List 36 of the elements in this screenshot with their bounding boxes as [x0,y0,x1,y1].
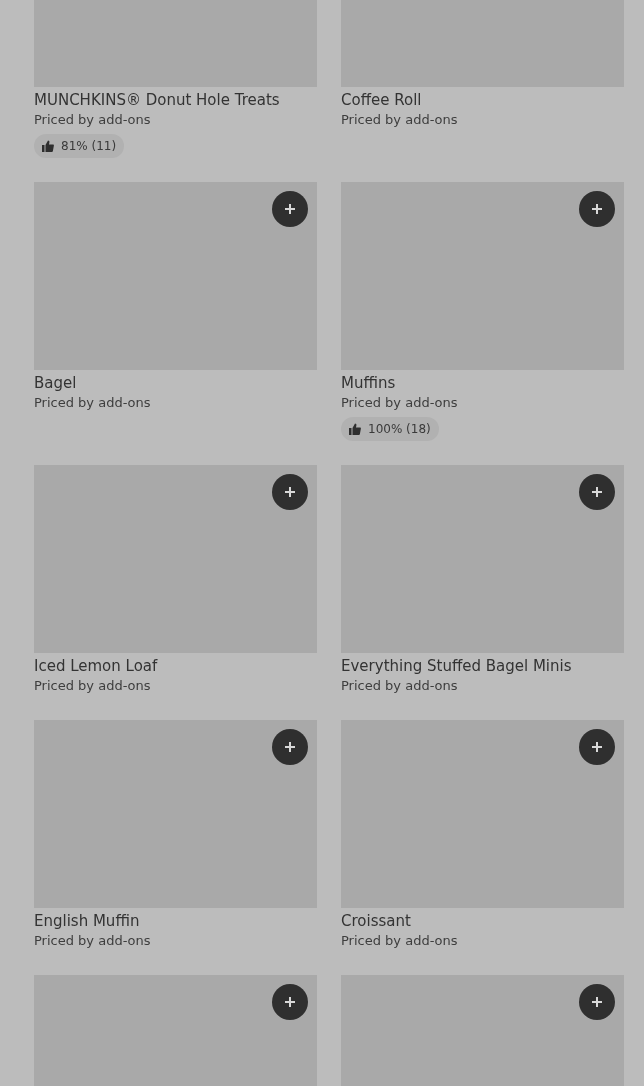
rating-text: 81% (11) [61,139,117,153]
item-price: Priced by add-ons [34,111,152,129]
rating-text: 100% (18) [368,422,431,436]
item-price: Priced by add-ons [341,677,459,695]
plus-icon [284,741,296,753]
plus-icon [284,486,296,498]
item-price: Priced by add-ons [34,677,152,695]
plus-icon [591,996,603,1008]
item-title: Muffins [341,373,397,393]
add-button[interactable] [579,729,615,765]
plus-icon [591,741,603,753]
item-price: Priced by add-ons [341,111,459,129]
add-button[interactable] [579,474,615,510]
item-price: Priced by add-ons [341,394,459,412]
item-title: Bagel [34,373,78,393]
item-title: Iced Lemon Loaf [34,656,159,676]
thumbs-up-icon [42,140,54,152]
item-title: Croissant [341,911,412,931]
plus-icon [284,203,296,215]
item-price: Priced by add-ons [34,932,152,950]
add-button[interactable] [272,984,308,1020]
add-button[interactable] [272,729,308,765]
add-button[interactable] [579,191,615,227]
item-title: MUNCHKINS® Donut Hole Treats [34,90,281,110]
plus-icon [591,486,603,498]
item-title: English Muffin [34,911,141,931]
plus-icon [591,203,603,215]
add-button[interactable] [272,191,308,227]
item-price: Priced by add-ons [341,932,459,950]
item-title: Coffee Roll [341,90,423,110]
item-price: Priced by add-ons [34,394,152,412]
thumbs-up-icon [349,423,361,435]
plus-icon [284,996,296,1008]
add-button[interactable] [272,474,308,510]
add-button[interactable] [579,984,615,1020]
item-title: Everything Stuffed Bagel Minis [341,656,573,676]
